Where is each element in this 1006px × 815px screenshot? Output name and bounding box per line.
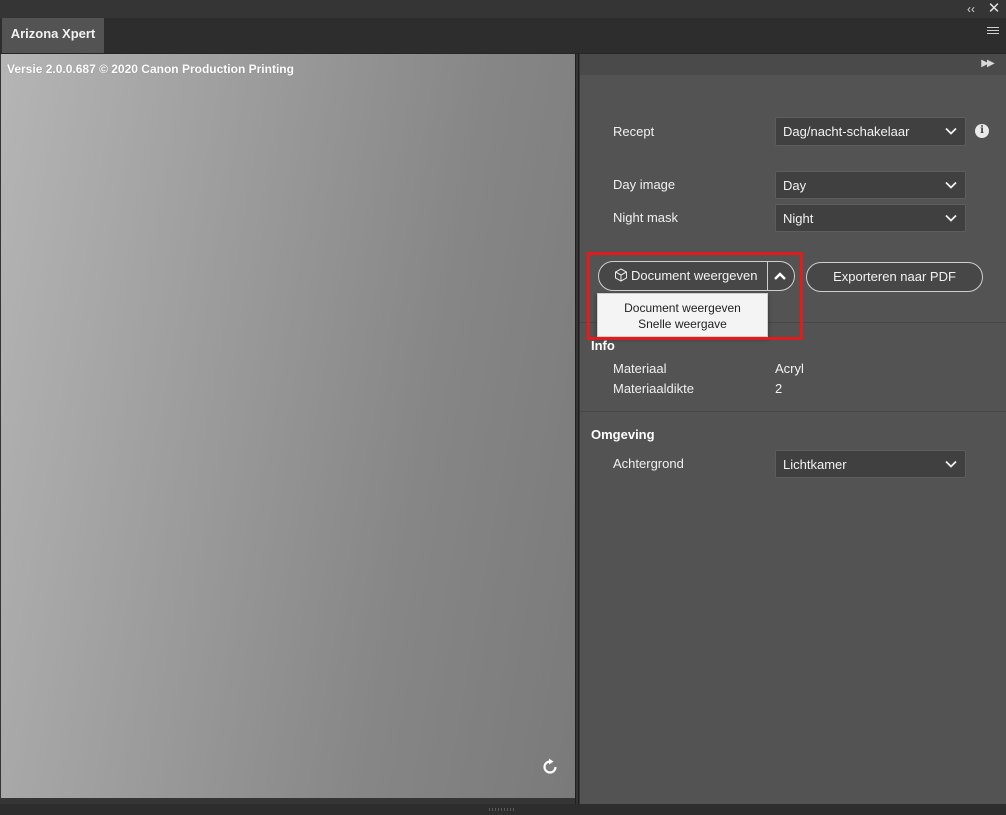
background-select-value: Lichtkamer — [783, 457, 847, 472]
day-image-label: Day image — [613, 177, 676, 192]
chevron-down-icon — [945, 127, 957, 135]
menu-item-quick-view[interactable]: Snelle weergave — [598, 317, 767, 331]
close-icon[interactable]: ✕ — [986, 1, 1002, 17]
background-label: Achtergrond — [613, 456, 684, 471]
hamburger-menu-icon[interactable] — [987, 27, 999, 39]
chevron-down-icon — [945, 460, 957, 468]
view-document-button[interactable]: Document weergeven — [598, 261, 768, 291]
version-text: Versie 2.0.0.687 © 2020 Canon Production… — [7, 62, 294, 76]
night-mask-select-value: Night — [783, 211, 814, 226]
night-mask-label: Night mask — [613, 210, 679, 225]
thickness-label: Materiaaldikte — [613, 381, 694, 396]
double-chevron-left-icon[interactable]: ‹‹ — [963, 1, 979, 17]
resize-grip-icon[interactable] — [489, 808, 515, 811]
window-top-bar — [0, 0, 1006, 18]
material-label: Materiaal — [613, 361, 667, 376]
chevron-down-icon — [945, 181, 957, 189]
refresh-icon[interactable] — [540, 757, 560, 777]
panel-splitter[interactable] — [575, 54, 576, 804]
tab-arizona-xpert[interactable]: Arizona Xpert — [2, 18, 104, 53]
view-options-menu: Document weergeven Snelle weergave — [597, 293, 768, 337]
info-icon[interactable]: i — [975, 124, 989, 138]
menu-item-document-view[interactable]: Document weergeven — [598, 301, 767, 315]
chevron-up-icon — [774, 272, 786, 280]
cube-icon — [615, 268, 627, 282]
material-value: Acryl — [775, 361, 804, 376]
view-document-button-label: Document weergeven — [631, 268, 758, 283]
settings-panel-header — [580, 54, 1006, 75]
export-pdf-button[interactable]: Exporteren naar PDF — [806, 262, 983, 292]
preview-canvas[interactable] — [1, 54, 575, 798]
panel-splitter-edge — [578, 54, 579, 804]
tab-bar — [0, 18, 1006, 54]
night-mask-select[interactable]: Night — [775, 204, 966, 232]
thickness-value: 2 — [775, 381, 783, 396]
environment-heading: Omgeving — [591, 427, 655, 442]
recipe-label: Recept — [613, 124, 655, 139]
day-image-select[interactable]: Day — [775, 171, 966, 199]
day-image-select-value: Day — [783, 178, 807, 193]
double-chevron-right-icon[interactable]: ▶▶ — [978, 57, 996, 71]
background-select[interactable]: Lichtkamer — [775, 450, 966, 478]
info-heading: Info — [591, 338, 615, 353]
chevron-down-icon — [945, 214, 957, 222]
recipe-select[interactable]: Dag/nacht-schakelaar — [775, 117, 966, 146]
recipe-select-value: Dag/nacht-schakelaar — [783, 124, 910, 139]
section-divider — [580, 411, 1006, 412]
